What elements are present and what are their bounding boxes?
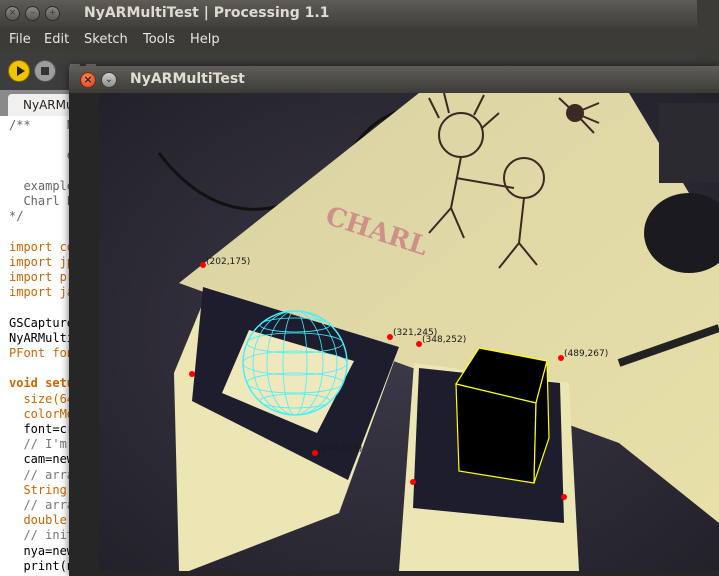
sketch-titlebar: × ⌄ NyARMultiTest bbox=[69, 66, 719, 93]
code-line: colorMo bbox=[9, 406, 75, 421]
code-line: double bbox=[9, 513, 67, 528]
code-line: PFont fon bbox=[9, 346, 75, 360]
corner-point bbox=[189, 371, 195, 377]
code-line: print(n bbox=[9, 558, 75, 573]
corner-point bbox=[561, 494, 567, 500]
code-line: cam=new bbox=[9, 452, 75, 467]
code-line: // arra bbox=[9, 498, 75, 512]
minimize-icon[interactable]: – bbox=[25, 6, 40, 21]
sketch-window-title: NyARMultiTest bbox=[130, 71, 245, 87]
close-icon[interactable]: × bbox=[5, 6, 20, 21]
code-line: example bbox=[9, 178, 75, 193]
chevron-down-icon[interactable]: ⌄ bbox=[101, 72, 117, 88]
menu-tools[interactable]: Tools bbox=[143, 32, 175, 47]
menu-help[interactable]: Help bbox=[190, 32, 220, 47]
coord-label: (348,252) bbox=[422, 335, 466, 345]
menu-edit[interactable]: Edit bbox=[44, 32, 69, 47]
code-line: NyARMulti bbox=[9, 330, 75, 345]
run-button[interactable] bbox=[8, 60, 30, 82]
code-line: size(64 bbox=[9, 391, 75, 406]
coord-label: (244,363) bbox=[318, 444, 362, 454]
code-line: */ bbox=[9, 209, 24, 224]
tab-sketch[interactable]: NyARMulti bbox=[8, 94, 78, 116]
code-line: Charl P bbox=[9, 194, 75, 208]
code-line: import ja bbox=[9, 285, 75, 300]
menubar: File Edit Sketch Tools Help bbox=[0, 28, 697, 52]
code-line: e bbox=[9, 148, 75, 163]
corner-point bbox=[410, 479, 416, 485]
code-line: font=cr bbox=[9, 422, 75, 436]
processing-titlebar: × – + NyARMultiTest | Processing 1.1 bbox=[0, 0, 697, 28]
code-line: String bbox=[9, 482, 67, 497]
code-line: // I'm bbox=[9, 437, 67, 452]
code-line: GSCapture bbox=[9, 315, 75, 330]
coord-label: (202,175) bbox=[206, 257, 250, 267]
window-title: NyARMultiTest | Processing 1.1 bbox=[84, 5, 330, 21]
code-line: nya=new bbox=[9, 543, 75, 558]
lamp-base bbox=[659, 103, 719, 183]
code-line: import jp bbox=[9, 254, 75, 269]
code-line: // init bbox=[9, 528, 75, 543]
maximize-icon[interactable]: + bbox=[45, 6, 60, 21]
ar-cube bbox=[455, 347, 550, 484]
stop-button[interactable] bbox=[34, 60, 56, 82]
close-icon[interactable]: × bbox=[80, 72, 96, 88]
menu-sketch[interactable]: Sketch bbox=[84, 32, 128, 47]
sketch-window: × ⌄ NyARMultiTest CHARL (202,175) (321,2… bbox=[69, 66, 719, 576]
code-line: import pr bbox=[9, 270, 75, 284]
code-line: /** N bbox=[9, 118, 75, 132]
code-line: // arra bbox=[9, 467, 75, 482]
coord-label: (489,267) bbox=[564, 349, 608, 359]
camera-view: CHARL (202,175) (321,245) (348,252) (489… bbox=[99, 93, 719, 571]
code-line: void setu bbox=[9, 376, 75, 391]
menu-file[interactable]: File bbox=[9, 32, 31, 47]
code-line: import co bbox=[9, 239, 75, 254]
